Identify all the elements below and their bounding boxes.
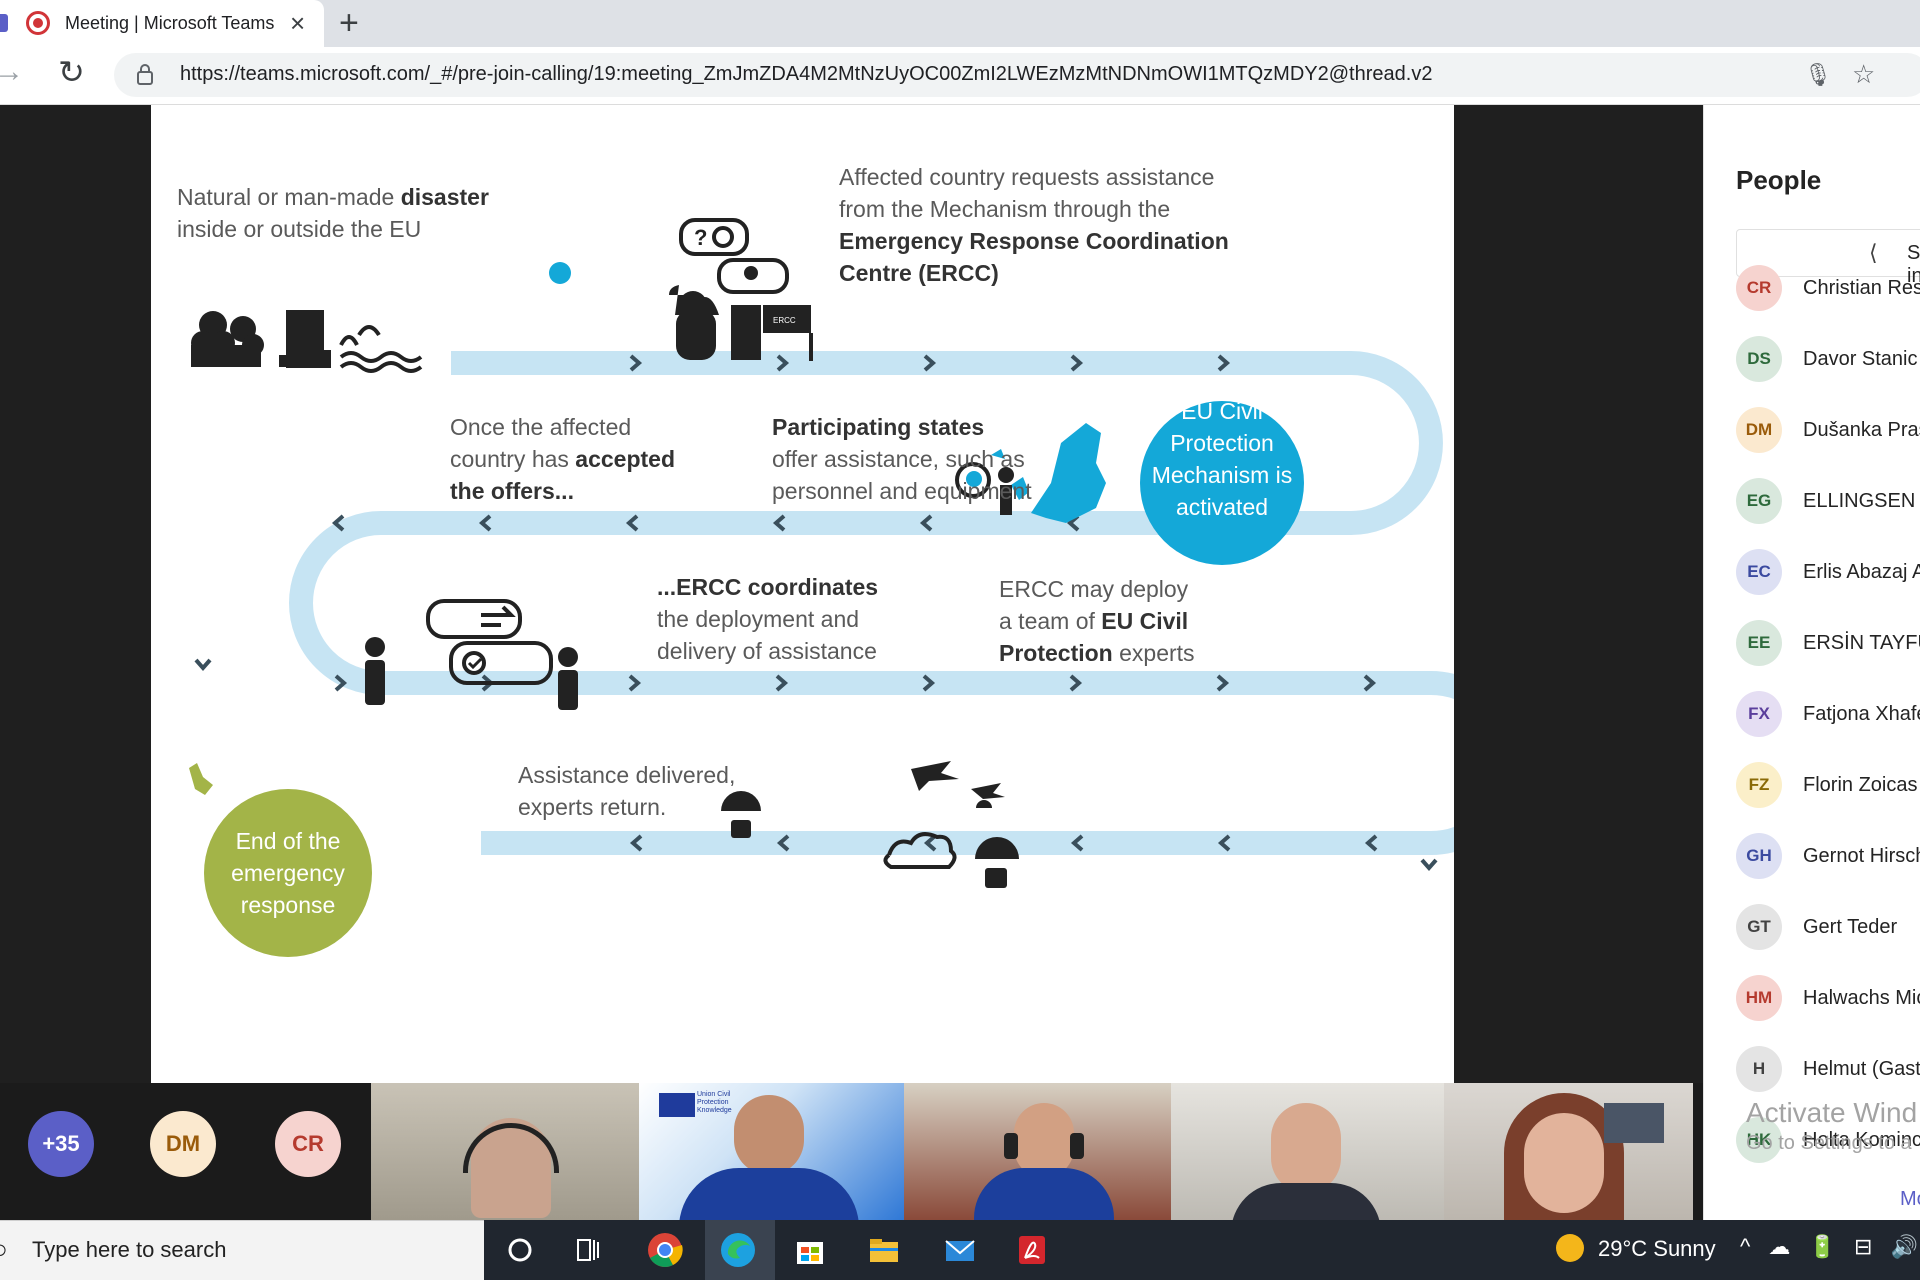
file-explorer-icon[interactable] (864, 1230, 904, 1270)
video-tile-1[interactable] (371, 1083, 639, 1220)
participant-name: Gernot Hirsch (1803, 845, 1920, 867)
step-coordinates-text: ...ERCC coordinates the deployment and del… (657, 574, 879, 664)
participant-avatar: HM (1736, 975, 1782, 1021)
avatar-bubble-dm[interactable]: DM (150, 1111, 216, 1177)
participant-avatar: DS (1736, 336, 1782, 382)
windows-taskbar: ○ Type here to search 29°C Sunny ^ ☁ 🔋 ⊟… (0, 1220, 1920, 1280)
share-icon: ⟨ (1869, 240, 1878, 265)
step-accepted-text: Once the affected country has accepted the… (450, 414, 676, 504)
shared-slide: ? ERCC Natural or man-made disaster insi… (151, 105, 1454, 1083)
browser-tab-strip: Meeting | Microsoft Teams × + (0, 0, 1920, 47)
step-delivered-text: Assistance delivered, experts return. (518, 762, 736, 820)
participant-avatar: FZ (1736, 762, 1782, 808)
reload-icon[interactable]: ↻ (58, 53, 85, 91)
participant-name: Dušanka Praš (1803, 419, 1920, 441)
new-tab-button[interactable]: + (339, 4, 359, 43)
teams-favicon-icon (0, 14, 8, 32)
participant-name: Erlis Abazaj A (1803, 561, 1920, 583)
weather-text[interactable]: 29°C Sunny (1598, 1236, 1716, 1262)
ercc-sign: ERCC (773, 316, 796, 325)
participant-row[interactable]: FZ Florin Zoicas (1736, 762, 1920, 810)
participant-avatar: DM (1736, 407, 1782, 453)
participant-name: ERSİN TAYFU (1803, 632, 1920, 654)
people-panel: People ⟨ Share invite CRChristian ReseDS… (1703, 105, 1920, 1220)
overflow-participants-bubble[interactable]: +35 (28, 1111, 94, 1177)
close-tab-icon[interactable]: × (290, 8, 305, 39)
participant-avatar: EG (1736, 478, 1782, 524)
activate-windows-watermark: Activate Wind Go to Settings to a (1746, 1097, 1918, 1155)
participant-avatar: H (1736, 1046, 1782, 1092)
system-tray[interactable]: ^ ☁ 🔋 ⊟ 🔊 (1740, 1234, 1920, 1260)
participant-name: Florin Zoicas (1803, 774, 1918, 796)
participant-name: Halwachs Mic (1803, 987, 1920, 1009)
participant-name: Helmut (Gast (1803, 1058, 1920, 1080)
end-circle-text: End of the emergency response (231, 828, 345, 918)
chrome-icon[interactable] (645, 1230, 685, 1270)
edge-icon[interactable] (718, 1230, 758, 1270)
task-view-icon[interactable] (568, 1230, 608, 1270)
participant-row[interactable]: HM Halwachs Mic (1736, 975, 1920, 1023)
mail-icon[interactable] (940, 1230, 980, 1270)
cortana-icon[interactable] (500, 1230, 540, 1270)
participant-name: Fatjona Xhafe (1803, 703, 1920, 725)
lock-icon (137, 64, 153, 85)
video-tile-2[interactable]: Union Civil Protection Knowledge (639, 1083, 904, 1220)
participant-avatar: FX (1736, 691, 1782, 737)
search-icon: ○ (0, 1234, 8, 1265)
taskbar-search-box[interactable]: ○ Type here to search (0, 1220, 484, 1280)
participant-row[interactable]: FX Fatjona Xhafe (1736, 691, 1920, 739)
address-row: → ↻ https://teams.microsoft.com/_#/pre-j… (0, 47, 1920, 105)
participant-avatar: EC (1736, 549, 1782, 595)
video-tile-3[interactable] (904, 1083, 1171, 1220)
weather-sun-icon (1556, 1234, 1584, 1262)
step-deploy-text: ERCC may deploy a team of EU Civil Protect… (999, 576, 1195, 666)
participant-avatar: CR (1736, 265, 1782, 311)
participant-row[interactable]: DS Davor Stanic (1736, 336, 1920, 384)
browser-tab[interactable]: Meeting | Microsoft Teams × (0, 0, 324, 47)
more-link[interactable]: Mo (1900, 1188, 1920, 1211)
participant-name: Gert Teder (1803, 916, 1898, 938)
acrobat-icon[interactable] (1012, 1230, 1052, 1270)
store-icon[interactable] (790, 1230, 830, 1270)
activated-circle-text: EU Civil Protection Mechanism is activated (1151, 398, 1293, 520)
participant-row[interactable]: EC Erlis Abazaj A (1736, 549, 1920, 597)
participant-row[interactable]: EG ELLINGSEN G (1736, 478, 1920, 526)
rescue-figure-icon (189, 763, 213, 795)
avatar-bubble-cr[interactable]: CR (275, 1111, 341, 1177)
participant-avatar: GT (1736, 904, 1782, 950)
video-tile-5[interactable] (1444, 1083, 1693, 1220)
delivery-icons (721, 761, 1019, 888)
participant-row[interactable]: EE ERSİN TAYFU (1736, 620, 1920, 668)
participant-row[interactable]: GT Gert Teder (1736, 904, 1920, 952)
step-disaster-text: Natural or man-made disaster inside or ou… (177, 184, 489, 242)
search-placeholder: Type here to search (32, 1237, 227, 1262)
favorite-star-icon[interactable]: ☆ (1852, 59, 1875, 90)
url-text: https://teams.microsoft.com/_#/pre-join-… (180, 63, 1433, 85)
svg-text:?: ? (694, 225, 707, 250)
participant-row[interactable]: H Helmut (Gast (1736, 1046, 1920, 1094)
microphone-icon[interactable]: 🎙 (1804, 62, 1832, 88)
request-icons: ? ERCC (549, 218, 813, 361)
participant-name: Davor Stanic (1803, 348, 1918, 370)
recording-icon (26, 11, 50, 35)
participant-row[interactable]: DM Dušanka Praš (1736, 407, 1920, 455)
participant-avatar: EE (1736, 620, 1782, 666)
participant-avatar: GH (1736, 833, 1782, 879)
step-request-text: Affected country requests assistance from… (839, 164, 1229, 286)
address-bar[interactable]: https://teams.microsoft.com/_#/pre-join-… (114, 53, 1920, 97)
participant-row[interactable]: CR Christian Rese (1736, 265, 1920, 313)
disaster-icons (191, 310, 423, 373)
step-participating-text: Participating states offer assistance, su… (772, 414, 1032, 504)
participant-row[interactable]: GH Gernot Hirsch (1736, 833, 1920, 881)
participant-name: Christian Rese (1803, 277, 1920, 299)
tab-title: Meeting | Microsoft Teams (65, 13, 275, 33)
people-heading: People (1736, 165, 1822, 195)
participant-name: ELLINGSEN G (1803, 490, 1920, 512)
back-arrow-icon[interactable]: → (0, 55, 24, 89)
video-tile-4[interactable] (1171, 1083, 1444, 1220)
